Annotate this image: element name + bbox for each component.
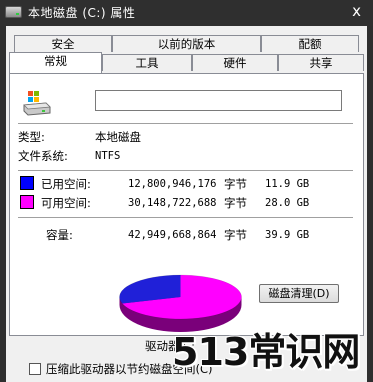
free-space-label: 可用空间: [41, 196, 91, 210]
used-space-label: 已用空间: [41, 177, 91, 191]
capacity-size: 39.9 GB [265, 229, 310, 241]
type-value: 本地磁盘 [95, 130, 141, 144]
close-icon[interactable]: x [352, 2, 361, 20]
capacity-unit: 字节 [224, 228, 247, 242]
free-space-size: 28.0 GB [265, 197, 310, 209]
compress-checkbox[interactable] [29, 363, 41, 375]
capacity-bytes: 42,949,668,864 [128, 229, 217, 241]
divider [18, 123, 353, 124]
disk-cleanup-button[interactable]: 磁盘清理(D) [259, 284, 339, 303]
type-label: 类型: [18, 130, 45, 144]
filesystem-value: NTFS [95, 150, 121, 162]
tab-hardware[interactable]: 硬件 [192, 54, 278, 71]
site-watermark: 513常识网 [172, 330, 360, 374]
used-space-bytes: 12,800,946,176 [128, 178, 217, 190]
free-space-unit: 字节 [224, 196, 247, 210]
tab-security[interactable]: 安全 [14, 35, 112, 52]
drive-icon [5, 6, 22, 18]
filesystem-label: 文件系统: [18, 149, 68, 163]
tab-sharing[interactable]: 共享 [278, 54, 364, 71]
free-space-bytes: 30,148,722,688 [128, 197, 217, 209]
used-space-unit: 字节 [224, 177, 247, 191]
divider [18, 217, 353, 218]
title-bar[interactable]: 本地磁盘 (C:) 属性 x [0, 0, 373, 26]
drive-name-input[interactable] [95, 90, 342, 111]
drive-icon [23, 91, 51, 116]
tab-tools[interactable]: 工具 [102, 54, 192, 71]
tab-previous-versions[interactable]: 以前的版本 [112, 35, 261, 52]
tab-general[interactable]: 常规 [9, 52, 102, 73]
used-space-swatch [20, 176, 34, 190]
tab-quota[interactable]: 配额 [261, 35, 359, 52]
capacity-label: 容量: [46, 228, 73, 242]
free-space-swatch [20, 195, 34, 209]
divider [18, 170, 353, 171]
window-title: 本地磁盘 (C:) 属性 [28, 6, 136, 20]
used-space-size: 11.9 GB [265, 178, 310, 190]
properties-window: 本地磁盘 (C:) 属性 x 安全 以前的版本 配额 常规 工具 硬件 共享 类… [0, 0, 373, 382]
